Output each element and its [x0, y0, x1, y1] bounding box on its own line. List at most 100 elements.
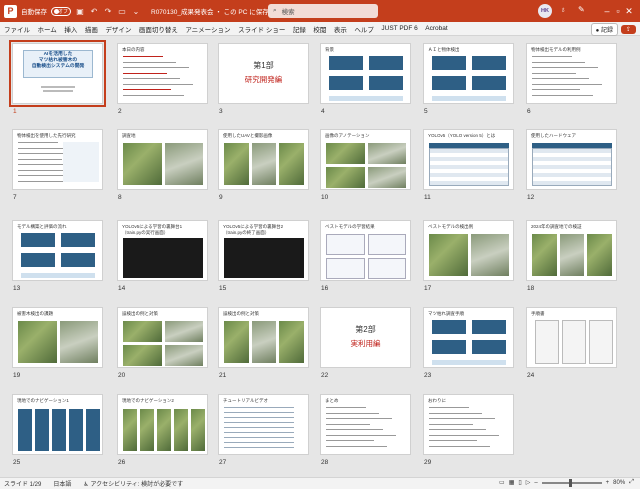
- slideshow-view-icon[interactable]: ▷: [526, 479, 531, 486]
- present-icon[interactable]: ▭: [117, 7, 127, 16]
- flow-box: [329, 56, 363, 70]
- slide-thumbnail[interactable]: チュートリアルビデオ: [218, 394, 309, 455]
- chart-thumb: [367, 258, 406, 279]
- slide-subtitle: （train.pyの終了画面）: [223, 230, 270, 235]
- menu-tab[interactable]: 表示: [334, 24, 347, 34]
- slide-number: 12: [527, 194, 535, 201]
- menu-tab[interactable]: デザイン: [105, 24, 131, 34]
- zoom-thumb[interactable]: [568, 478, 572, 487]
- reading-view-icon[interactable]: ▯: [518, 479, 521, 486]
- slide-title: 物体検出を使用した先行研究: [17, 133, 76, 138]
- menu-tab[interactable]: 画面切り替え: [139, 24, 178, 34]
- slide-thumbnail[interactable]: 被害木検出の課題: [12, 307, 103, 368]
- menu-tab[interactable]: Acrobat: [425, 25, 447, 32]
- share-button[interactable]: ⇪: [620, 25, 636, 34]
- menu-tab[interactable]: 挿入: [64, 24, 77, 34]
- slide-graphic: [532, 61, 585, 63]
- slide-graphic: [123, 94, 184, 96]
- flow-box: [432, 320, 466, 334]
- autosave-toggle[interactable]: オフ: [51, 6, 71, 16]
- menu-tab[interactable]: 描画: [85, 24, 98, 34]
- slide-thumbnail[interactable]: YOLOv5による学習の裏舞台1 （train.pyの実行画面）: [117, 220, 208, 281]
- slide-thumbnail[interactable]: マツ枯れ調査手順: [423, 307, 514, 368]
- pen-icon[interactable]: ✎: [578, 5, 585, 14]
- zoom-in-button[interactable]: +: [606, 480, 610, 486]
- flow-bar: [21, 273, 95, 278]
- photo-thumb: [470, 234, 509, 276]
- slide-thumbnail[interactable]: 物体検出モデルの利用例: [526, 43, 617, 104]
- menu-tab[interactable]: JUST PDF 6: [381, 25, 417, 32]
- save-icon[interactable]: ▣: [75, 7, 85, 16]
- slide-thumbnail[interactable]: YOLOv5（YOLO version 5）とは: [423, 129, 514, 190]
- search-box[interactable]: ⌕ 検索: [268, 4, 378, 18]
- slide-thumbnail[interactable]: おわりに: [423, 394, 514, 455]
- slide-title: AIを活用した マツ枯れ被害木の 自動検出システムの開発: [31, 52, 85, 69]
- zoom-out-button[interactable]: –: [534, 480, 537, 486]
- slide-thumbnail[interactable]: 第2部 実利用編: [320, 307, 411, 368]
- slide-thumbnail[interactable]: 画像のアノテーション: [320, 129, 411, 190]
- flow-box: [329, 76, 363, 90]
- slide-thumbnail[interactable]: 調査地: [117, 129, 208, 190]
- slide-thumbnail[interactable]: 誤検出の例と対策: [218, 307, 309, 368]
- redo-icon[interactable]: ↷: [103, 7, 113, 16]
- slide-title: 現地でのナビゲーション2: [122, 398, 174, 403]
- slide-graphic: [123, 89, 171, 91]
- menu-tab[interactable]: アニメーション: [185, 24, 230, 34]
- photo-thumb: [164, 345, 203, 366]
- slide-thumbnail[interactable]: ベストモデルの検出例: [423, 220, 514, 281]
- slide-thumbnail[interactable]: 使用したハードウェア: [526, 129, 617, 190]
- ribbon-tabs: ファイル ホーム 挿入 描画 デザイン 画面切り替え アニメーション スライド ショー 記録 校閲…: [0, 22, 640, 36]
- slide-thumbnail[interactable]: 手順書: [526, 307, 617, 368]
- accessibility-status[interactable]: ♿ アクセシビリティ: 検討が必要です: [83, 479, 183, 488]
- slide-thumbnail[interactable]: 物体検出を使用した先行研究: [12, 129, 103, 190]
- slide-thumbnail[interactable]: YOLOv5による学習の裏舞台2 （train.pyの終了画面）: [218, 220, 309, 281]
- photo-thumb: [164, 143, 203, 185]
- title-bar: P 自動保存 オフ ▣ ↶ ↷ ▭ ⌄ R070130_成果発表会 ・ この P…: [0, 0, 640, 22]
- record-button[interactable]: ● 記録: [590, 23, 618, 36]
- slide-thumbnail[interactable]: モデル構築と評価の流れ: [12, 220, 103, 281]
- language-indicator[interactable]: 日本語: [53, 479, 71, 488]
- slide-number: 24: [527, 372, 535, 379]
- slide-graphic: [326, 407, 366, 409]
- slide-number: 22: [321, 372, 329, 379]
- slide-thumbnail[interactable]: 2024年の調査地での検証: [526, 220, 617, 281]
- slide-thumbnail[interactable]: 第1部 研究開発編: [218, 43, 309, 104]
- slide-graphic: [224, 407, 294, 409]
- user-avatar[interactable]: HK: [538, 4, 552, 18]
- slide-thumbnail[interactable]: AIを活用した マツ枯れ被害木の 自動検出システムの開発: [9, 40, 106, 107]
- slide-thumbnail[interactable]: ＡＩと物体検出: [423, 43, 514, 104]
- photo-thumb: [123, 143, 162, 185]
- zoom-level[interactable]: 80%: [613, 480, 625, 486]
- close-button[interactable]: ✕: [618, 0, 640, 22]
- slide-thumbnail[interactable]: 使用したUAVと撮影画像: [218, 129, 309, 190]
- slide-thumbnail[interactable]: 現地でのナビゲーション2: [117, 394, 208, 455]
- menu-tab[interactable]: ヘルプ: [354, 24, 374, 34]
- lightbulb-icon[interactable]: ♁: [560, 5, 566, 14]
- zoom-slider[interactable]: [541, 478, 602, 487]
- menu-tab[interactable]: スライド ショー: [238, 24, 285, 34]
- fit-window-icon[interactable]: ⤢: [629, 479, 634, 486]
- undo-icon[interactable]: ↶: [89, 7, 99, 16]
- photo-thumb: [59, 321, 98, 363]
- slide-thumbnail[interactable]: 本日の内容: [117, 43, 208, 104]
- customize-icon[interactable]: ⌄: [131, 7, 141, 16]
- normal-view-icon[interactable]: ▭: [499, 479, 505, 486]
- slide-thumbnail[interactable]: ベストモデルの学習結果: [320, 220, 411, 281]
- section-subtitle: 研究開発編: [244, 75, 283, 84]
- slide-thumbnail[interactable]: 誤検出の例と対策: [117, 307, 208, 368]
- slide-thumbnail[interactable]: まとめ: [320, 394, 411, 455]
- menu-tab[interactable]: ホーム: [38, 24, 57, 34]
- photo-thumb: [279, 143, 304, 185]
- slide-title: ベストモデルの検出例: [428, 224, 474, 229]
- sorter-view-icon[interactable]: ▦: [509, 479, 515, 486]
- menu-tab[interactable]: ファイル: [4, 24, 30, 34]
- slide-graphic: [224, 432, 294, 434]
- menu-tab[interactable]: 記録: [293, 24, 306, 34]
- slide-thumbnail[interactable]: 現地でのナビゲーション1: [12, 394, 103, 455]
- slide-thumbnail[interactable]: 背景: [320, 43, 411, 104]
- slide-graphic: [224, 427, 294, 429]
- slide-number: 13: [13, 285, 21, 292]
- slide-title: 画像のアノテーション: [325, 133, 370, 138]
- slide-graphic: [532, 67, 598, 69]
- menu-tab[interactable]: 校閲: [313, 24, 326, 34]
